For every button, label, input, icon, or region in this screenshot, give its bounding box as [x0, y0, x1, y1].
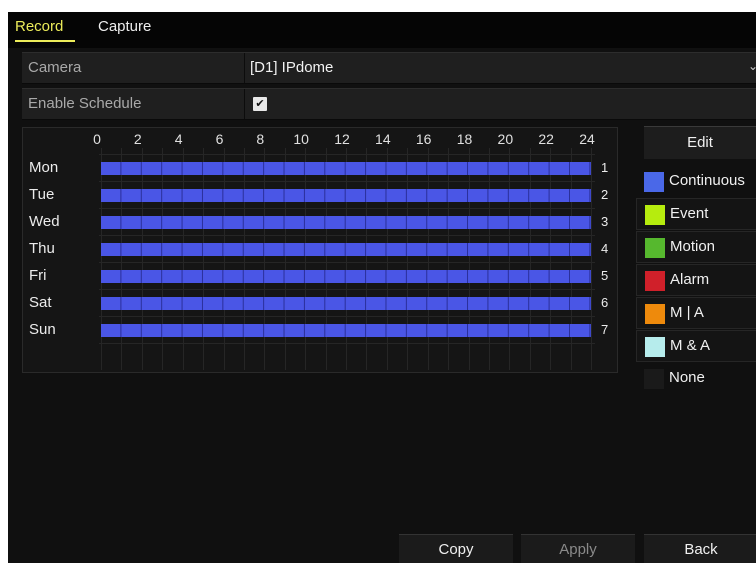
field-separator: [244, 53, 245, 83]
copy-row-number[interactable]: 2: [601, 187, 608, 202]
enable-schedule-row: Enable Schedule ✔: [22, 88, 756, 120]
field-separator: [244, 89, 245, 119]
schedule-bar-continuous[interactable]: [101, 270, 591, 283]
schedule-bar-continuous[interactable]: [101, 243, 591, 256]
camera-row: Camera [D1] IPdome ⌄: [22, 52, 756, 84]
hour-label: 16: [415, 131, 432, 147]
legend-label: Motion: [670, 238, 716, 255]
legend-label: Alarm: [670, 271, 710, 288]
grid-hline: [99, 235, 595, 236]
copy-row-number[interactable]: 4: [601, 241, 608, 256]
edit-button[interactable]: Edit: [644, 126, 756, 159]
schedule-grid[interactable]: 0 2 4 6 8 10 12 14 16 18 20 22 24 Mon 1 Tue 2 Wed 3 Thu 4 Fr…: [22, 127, 618, 373]
grid-hline: [99, 316, 595, 317]
tab-record[interactable]: Record: [15, 18, 63, 35]
hour-label: 4: [174, 131, 183, 147]
hour-label: 22: [538, 131, 554, 147]
hour-label: 18: [456, 131, 473, 147]
legend-item-none[interactable]: None: [636, 363, 756, 393]
hour-label: 20: [497, 131, 514, 147]
copy-row-number[interactable]: 6: [601, 295, 608, 310]
schedule-bar-continuous[interactable]: [101, 216, 591, 229]
grid-hline: [99, 343, 595, 344]
day-label: Sun: [29, 321, 56, 338]
legend-item-alarm[interactable]: Alarm: [636, 264, 756, 296]
day-label: Sat: [29, 294, 52, 311]
enable-schedule-checkbox[interactable]: ✔: [253, 97, 267, 111]
day-label: Wed: [29, 213, 60, 230]
color-swatch: [645, 238, 665, 258]
enable-schedule-label: Enable Schedule: [28, 95, 142, 112]
legend-item-event[interactable]: Event: [636, 198, 756, 230]
legend-label: M | A: [670, 304, 704, 321]
camera-label: Camera: [28, 59, 82, 76]
grid-hline: [99, 181, 595, 182]
copy-row-number[interactable]: 1: [601, 160, 608, 175]
legend-item-continuous[interactable]: Continuous: [636, 166, 756, 196]
hour-label: 8: [256, 131, 265, 147]
copy-button[interactable]: Copy: [399, 534, 513, 563]
schedule-bar-continuous[interactable]: [101, 189, 591, 202]
chevron-down-icon[interactable]: ⌄: [748, 59, 756, 73]
grid-hline: [99, 262, 595, 263]
legend-label: M & A: [670, 337, 711, 354]
day-label: Mon: [29, 159, 59, 176]
color-swatch: [645, 271, 665, 291]
hour-label: 10: [293, 131, 309, 147]
apply-button[interactable]: Apply: [521, 534, 635, 563]
grid-hline: [99, 154, 595, 155]
day-label: Fri: [29, 267, 47, 284]
hour-label: 0: [93, 131, 101, 147]
active-tab-underline: [15, 40, 75, 42]
legend-item-m-a[interactable]: M & A: [636, 330, 756, 362]
copy-row-number[interactable]: 5: [601, 268, 608, 283]
tab-capture[interactable]: Capture: [98, 18, 151, 35]
schedule-bar-continuous[interactable]: [101, 324, 591, 337]
color-swatch: [645, 304, 665, 324]
copy-row-number[interactable]: 7: [601, 322, 608, 337]
legend-label: Continuous: [669, 172, 745, 189]
legend-item-m-a[interactable]: M | A: [636, 297, 756, 329]
record-schedule-panel: Record Capture Camera [D1] IPdome ⌄ Enab…: [8, 12, 756, 563]
legend-label: None: [669, 369, 705, 386]
schedule-bar-continuous[interactable]: [101, 162, 591, 175]
legend-label: Event: [670, 205, 709, 222]
tab-bar: Record Capture: [8, 12, 756, 48]
color-swatch: [645, 337, 665, 357]
copy-row-number[interactable]: 3: [601, 214, 608, 229]
hour-label: 14: [375, 131, 391, 147]
schedule-bar-continuous[interactable]: [101, 297, 591, 310]
color-swatch: [645, 205, 665, 225]
day-label: Tue: [29, 186, 55, 203]
hour-label: 24: [579, 131, 595, 147]
hour-label: 12: [334, 131, 350, 147]
grid-hline: [99, 289, 595, 290]
color-swatch: [644, 172, 664, 192]
legend-item-motion[interactable]: Motion: [636, 231, 756, 263]
day-label: Thu: [29, 240, 55, 257]
hour-label: 6: [215, 131, 224, 147]
hour-axis: 0 2 4 6 8 10 12 14 16 18 20 22 24: [23, 128, 617, 154]
color-swatch: [644, 369, 664, 389]
grid-hline: [99, 208, 595, 209]
camera-dropdown[interactable]: [D1] IPdome: [250, 59, 333, 76]
back-button[interactable]: Back: [644, 534, 756, 563]
hour-label: 2: [133, 131, 142, 147]
